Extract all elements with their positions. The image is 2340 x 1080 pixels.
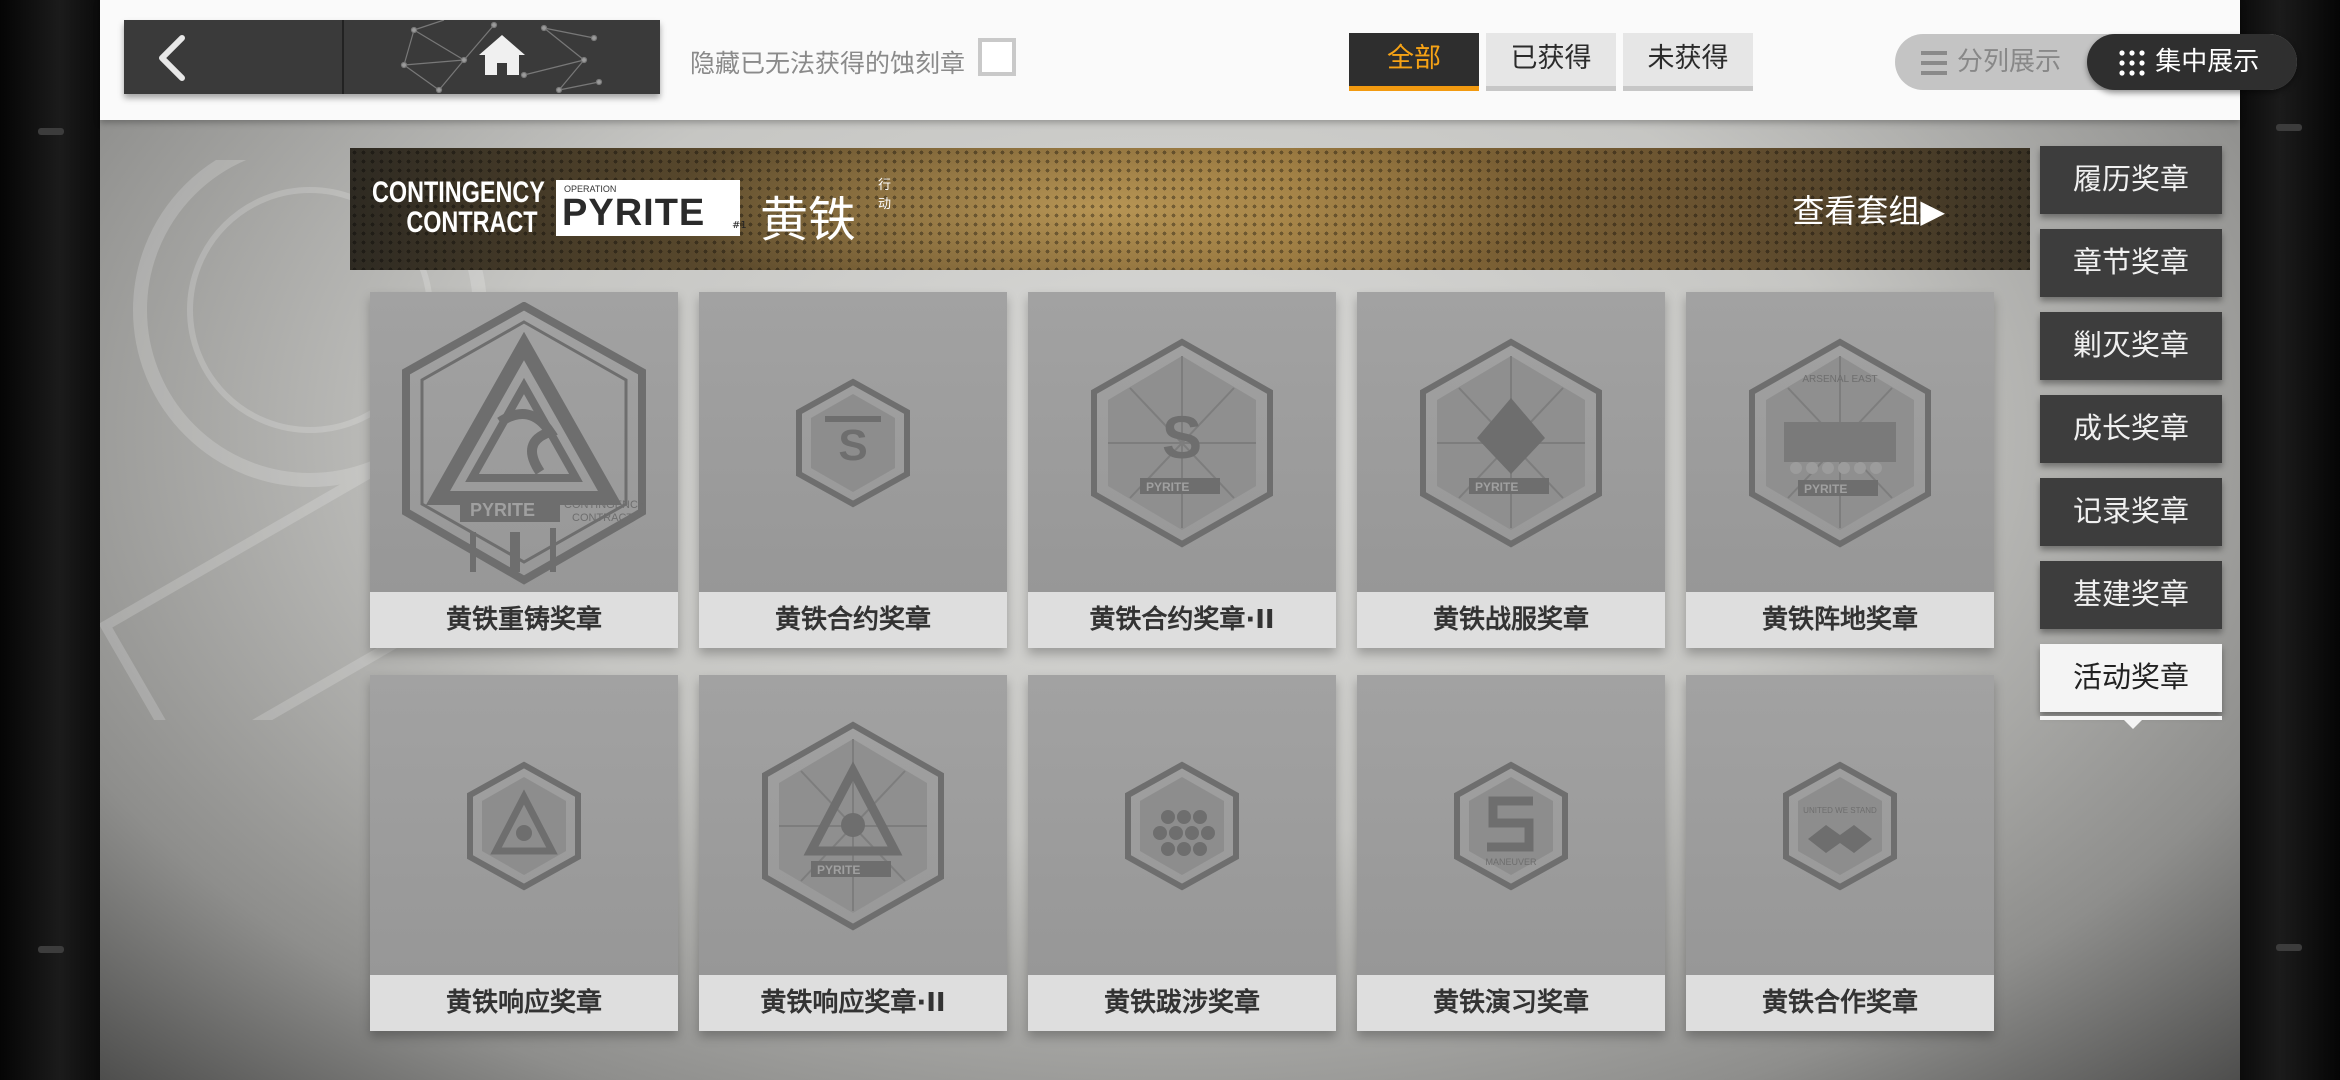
medal-card[interactable]: PYRITE 黄铁响应奖章·II xyxy=(699,675,1007,1031)
hide-unobtainable-label: 隐藏已无法获得的蚀刻章 xyxy=(690,49,966,78)
pyrite-position-medal-icon: ARSENAL EAST PYRITE xyxy=(1749,338,1931,548)
pyrite-response-ii-medal-icon: PYRITE xyxy=(762,721,944,931)
view-set-button[interactable]: 查看套组▶ xyxy=(1792,186,1945,232)
bezel-notch xyxy=(2276,944,2302,951)
list-icon xyxy=(1921,50,1947,75)
category-tab-growth[interactable]: 成长奖章 xyxy=(2040,395,2222,463)
medal-card[interactable]: UNITED WE STAND 黄铁合作奖章 xyxy=(1686,675,1994,1031)
pyrite-contract-medal-icon: S xyxy=(796,378,910,508)
medal-name: 黄铁阵地奖章 xyxy=(1686,592,1994,648)
active-tab-caret-icon xyxy=(2123,719,2143,729)
grid-dots-icon xyxy=(2119,49,2145,76)
contingency-contract-logo: CONTINGENCY CONTRACT xyxy=(372,178,545,238)
pyrite-text: PYRITE xyxy=(1146,480,1189,494)
chinese-name-text: 黄铁 xyxy=(760,192,857,248)
contingency-text: CONTINGENCY xyxy=(564,499,646,511)
medal-name: 黄铁合约奖章 xyxy=(699,592,1007,648)
event-banner: CONTINGENCY CONTRACT OPERATION PYRITE #1… xyxy=(350,148,2030,270)
pyrite-cooperation-medal-icon: UNITED WE STAND xyxy=(1783,761,1897,891)
filter-all-tab[interactable]: 全部 xyxy=(1349,33,1479,91)
pyrite-trek-medal-icon xyxy=(1125,761,1239,891)
chinese-name-tag: 行动 xyxy=(878,178,892,212)
operation-number: #1 xyxy=(732,220,747,231)
chevron-left-icon xyxy=(159,35,185,81)
medal-card[interactable]: PYRITE CONTINGENCY CONTRACT 黄铁重铸奖章 xyxy=(370,292,678,648)
medal-card[interactable]: 黄铁响应奖章 xyxy=(370,675,678,1031)
pyrite-recast-medal-icon: PYRITE CONTINGENCY CONTRACT xyxy=(402,302,646,585)
medal-card[interactable]: ARSENAL EAST PYRITE 黄铁阵地奖章 xyxy=(1686,292,1994,648)
medal-art xyxy=(370,675,678,975)
home-button[interactable] xyxy=(344,20,660,94)
operation-chinese-name: 黄铁 行动 xyxy=(760,178,891,250)
nav-box xyxy=(124,20,660,94)
pyrite-response-medal-icon xyxy=(467,761,581,891)
medal-art: PYRITE xyxy=(699,675,1007,975)
medal-art xyxy=(1028,675,1336,975)
pyrite-maneuver-medal-icon: MANEUVER xyxy=(1454,761,1568,891)
medal-name: 黄铁战服奖章 xyxy=(1357,592,1665,648)
category-tab-infrastructure[interactable]: 基建奖章 xyxy=(2040,561,2222,629)
medal-name: 黄铁响应奖章 xyxy=(370,975,678,1031)
svg-text:S: S xyxy=(1162,404,1202,471)
category-tab-chapter[interactable]: 章节奖章 xyxy=(2040,229,2222,297)
medal-art: S PYRITE xyxy=(1028,292,1336,592)
medal-name: 黄铁跋涉奖章 xyxy=(1028,975,1336,1031)
pyrite-uniform-medal-icon: PYRITE xyxy=(1420,338,1602,548)
top-bar: 隐藏已无法获得的蚀刻章 全部 已获得 未获得 分列展示 集中展示 xyxy=(100,0,2297,120)
maneuver-text: MANEUVER xyxy=(1485,857,1537,867)
svg-text:S: S xyxy=(838,421,867,470)
category-tab-record[interactable]: 记录奖章 xyxy=(2040,478,2222,546)
logo-line2: CONTRACT xyxy=(406,206,538,239)
home-icon xyxy=(479,35,525,75)
back-button[interactable] xyxy=(124,20,344,94)
medal-card[interactable]: PYRITE 黄铁战服奖章 xyxy=(1357,292,1665,648)
filter-obtained-tab[interactable]: 已获得 xyxy=(1486,33,1616,91)
medal-card[interactable]: 黄铁跋涉奖章 xyxy=(1028,675,1336,1031)
operation-name: PYRITE xyxy=(562,192,706,234)
medal-name: 黄铁重铸奖章 xyxy=(370,592,678,648)
bezel-notch xyxy=(38,128,64,135)
contract-text: CONTRACT xyxy=(572,512,633,524)
category-tab-annihilation[interactable]: 剿灭奖章 xyxy=(2040,312,2222,380)
medal-card[interactable]: MANEUVER 黄铁演习奖章 xyxy=(1357,675,1665,1031)
pyrite-text: PYRITE xyxy=(1804,482,1847,496)
logo-line1: CONTINGENCY xyxy=(372,176,545,209)
medal-art: PYRITE CONTINGENCY CONTRACT xyxy=(370,292,678,592)
medal-name: 黄铁演习奖章 xyxy=(1357,975,1665,1031)
list-view-button[interactable]: 分列展示 xyxy=(1919,34,2061,90)
medal-art: PYRITE xyxy=(1357,292,1665,592)
bezel-notch xyxy=(2276,124,2302,131)
category-tab-career[interactable]: 履历奖章 xyxy=(2040,146,2222,214)
filter-unobtained-tab[interactable]: 未获得 xyxy=(1623,33,1753,91)
view-mode-toggle: 分列展示 集中展示 xyxy=(1895,34,2297,90)
grid-view-button[interactable]: 集中展示 xyxy=(2087,34,2297,90)
medal-name: 黄铁响应奖章·II xyxy=(699,975,1007,1031)
list-view-label: 分列展示 xyxy=(1957,47,2062,77)
bezel-notch xyxy=(38,946,64,953)
pyrite-contract-ii-medal-icon: S PYRITE xyxy=(1091,338,1273,548)
medal-card[interactable]: S PYRITE 黄铁合约奖章·II xyxy=(1028,292,1336,648)
operation-logo: OPERATION PYRITE #1 xyxy=(556,180,747,236)
grid-view-label: 集中展示 xyxy=(2155,47,2260,77)
united-text: UNITED WE STAND xyxy=(1803,806,1877,815)
medal-art: UNITED WE STAND xyxy=(1686,675,1994,975)
category-tab-event[interactable]: 活动奖章 xyxy=(2040,644,2222,712)
pyrite-text: PYRITE xyxy=(817,863,860,877)
arsenal-text: ARSENAL EAST xyxy=(1802,374,1877,385)
hide-unobtainable-checkbox[interactable] xyxy=(978,38,1016,76)
medal-art: S xyxy=(699,292,1007,592)
right-bezel xyxy=(2240,0,2340,1080)
medal-art: MANEUVER xyxy=(1357,675,1665,975)
medal-art: ARSENAL EAST PYRITE xyxy=(1686,292,1994,592)
medal-name: 黄铁合作奖章 xyxy=(1686,975,1994,1031)
pyrite-text: PYRITE xyxy=(1475,480,1518,494)
medal-name: 黄铁合约奖章·II xyxy=(1028,592,1336,648)
pyrite-text: PYRITE xyxy=(470,500,535,520)
medal-card[interactable]: S 黄铁合约奖章 xyxy=(699,292,1007,648)
left-bezel xyxy=(0,0,100,1080)
